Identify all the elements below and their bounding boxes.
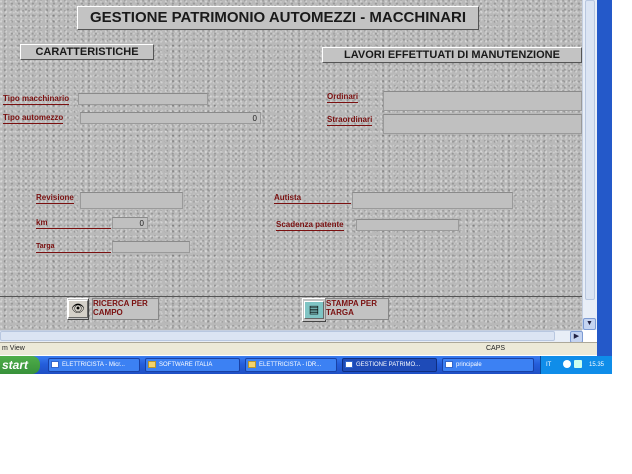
horizontal-scrollbar-thumb[interactable] bbox=[0, 331, 555, 341]
tipo-macchinario-field[interactable] bbox=[78, 93, 208, 105]
tipo-automezzo-field[interactable]: 0 bbox=[80, 112, 261, 124]
separator-line bbox=[0, 296, 582, 297]
ordinari-field[interactable] bbox=[383, 91, 582, 111]
ordinari-label: Ordinari bbox=[327, 92, 359, 103]
scroll-down-icon[interactable]: ▼ bbox=[583, 318, 596, 330]
section-caratteristiche: CARATTERISTICHE bbox=[20, 44, 154, 60]
targa-field[interactable] bbox=[112, 241, 190, 253]
ricerca-per-campo-label[interactable]: RICERCA PER CAMPO bbox=[92, 298, 159, 320]
task-button-elettricista-idr[interactable]: ELETTRICISTA - IDR... bbox=[245, 358, 337, 372]
autista-label: Autista bbox=[274, 192, 351, 204]
tipo-automezzo-label: Tipo automezzo bbox=[3, 113, 64, 124]
tray-volume-icon[interactable] bbox=[574, 360, 582, 368]
form-title: GESTIONE PATRIMONIO AUTOMEZZI - MACCHINA… bbox=[77, 6, 479, 30]
section-lavori-manutenzione: LAVORI EFFETTUATI DI MANUTENZIONE bbox=[322, 47, 582, 63]
task-button-principale[interactable]: principale bbox=[442, 358, 534, 372]
folder-icon bbox=[148, 360, 156, 368]
start-button[interactable]: start bbox=[0, 356, 40, 374]
notebook-icon: ▤ bbox=[304, 301, 324, 319]
window-frame-right bbox=[597, 0, 612, 356]
revisione-field[interactable] bbox=[80, 192, 183, 209]
stampa-per-targa-button[interactable]: ▤ bbox=[302, 298, 326, 322]
system-tray: IT 15.35 bbox=[540, 356, 612, 374]
status-view-text: m View bbox=[2, 345, 25, 352]
scadenza-patente-label: Scadenza patente bbox=[276, 220, 344, 231]
status-caps-indicator: CAPS bbox=[486, 345, 506, 352]
km-label: km bbox=[36, 217, 111, 229]
status-bar: m View CAPS bbox=[0, 342, 597, 355]
straordinari-field[interactable] bbox=[383, 114, 582, 134]
autista-field[interactable] bbox=[352, 192, 513, 209]
binoculars-icon: 👁 bbox=[68, 300, 88, 318]
stampa-per-targa-label[interactable]: STAMPA PER TARGA bbox=[325, 298, 389, 320]
task-button-gestione-patrimonio[interactable]: GESTIONE PATRIMO... bbox=[342, 358, 437, 372]
straordinari-label: Straordinari bbox=[327, 115, 373, 126]
access-form-icon bbox=[345, 360, 353, 368]
targa-label: Targa bbox=[36, 241, 111, 253]
tray-network-icon[interactable] bbox=[563, 360, 571, 368]
scadenza-patente-field[interactable] bbox=[356, 219, 459, 231]
tipo-macchinario-label: Tipo macchinario bbox=[3, 94, 70, 105]
desktop-screen: GESTIONE PATRIMONIO AUTOMEZZI - MACCHINA… bbox=[0, 0, 612, 374]
ricerca-per-campo-button[interactable]: 👁 bbox=[67, 298, 89, 320]
access-form: GESTIONE PATRIMONIO AUTOMEZZI - MACCHINA… bbox=[0, 0, 582, 330]
word-doc-icon bbox=[51, 360, 59, 368]
task-button-elettricista-word[interactable]: ELETTRICISTA - Micr... bbox=[48, 358, 140, 372]
km-field[interactable]: 0 bbox=[112, 217, 148, 229]
vertical-scrollbar-thumb[interactable] bbox=[585, 0, 595, 300]
clock: 15.35 bbox=[589, 362, 605, 368]
language-indicator[interactable]: IT bbox=[546, 356, 551, 374]
folder-icon bbox=[248, 360, 256, 368]
access-db-icon bbox=[445, 360, 453, 368]
task-button-software-italia[interactable]: SOFTWARE ITALIA bbox=[145, 358, 240, 372]
revisione-label: Revisione bbox=[36, 193, 74, 204]
